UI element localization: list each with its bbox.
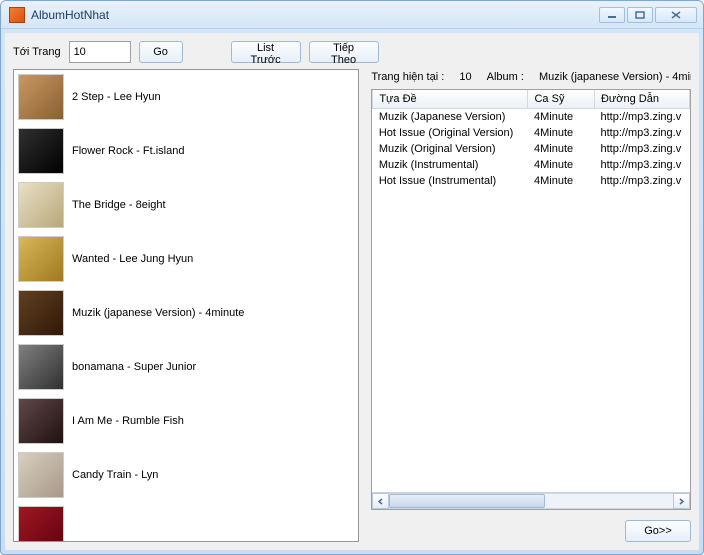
album-thumbnail xyxy=(18,398,64,444)
album-item[interactable]: bonamana - Super Junior xyxy=(14,340,358,394)
scroll-thumb[interactable] xyxy=(389,494,545,508)
page-input[interactable] xyxy=(69,41,131,63)
album-title: 2 Step - Lee Hyun xyxy=(72,91,161,103)
current-page-label: Trang hiện tại : xyxy=(371,71,444,83)
album-item[interactable]: I Am Me - Rumble Fish xyxy=(14,394,358,448)
maximize-icon xyxy=(635,11,645,19)
cell-artist: 4Minute xyxy=(528,173,595,189)
cell-artist: 4Minute xyxy=(528,109,595,126)
album-title: bonamana - Super Junior xyxy=(72,361,196,373)
album-item[interactable]: Candy Train - Lyn xyxy=(14,448,358,502)
scroll-right-button[interactable] xyxy=(673,493,690,509)
scroll-track[interactable] xyxy=(389,493,673,509)
titlebar: AlbumHotNhat xyxy=(1,1,703,29)
app-icon xyxy=(9,7,25,23)
album-item[interactable]: Wanted - Lee Jung Hyun xyxy=(14,232,358,286)
album-thumbnail xyxy=(18,452,64,498)
album-label: Album : xyxy=(487,71,524,83)
minimize-icon xyxy=(607,11,617,19)
cell-title: Muzik (Instrumental) xyxy=(373,157,528,173)
track-table-container: Tựa Đề Ca Sỹ Đường Dẫn Muzik (Japanese V… xyxy=(371,89,691,510)
album-thumbnail xyxy=(18,290,64,336)
album-thumbnail xyxy=(18,182,64,228)
table-row[interactable]: Hot Issue (Original Version)4Minutehttp:… xyxy=(373,125,690,141)
track-scroll[interactable]: Tựa Đề Ca Sỹ Đường Dẫn Muzik (Japanese V… xyxy=(372,90,690,492)
cell-title: Hot Issue (Original Version) xyxy=(373,125,528,141)
table-row[interactable]: Muzik (Instrumental)4Minutehttp://mp3.zi… xyxy=(373,157,690,173)
cell-title: Muzik (Original Version) xyxy=(373,141,528,157)
cell-url: http://mp3.zing.v xyxy=(594,157,689,173)
main-area: 2 Step - Lee Hyun Flower Rock - Ft.island… xyxy=(13,69,691,542)
col-title[interactable]: Tựa Đề xyxy=(373,90,528,109)
window-buttons xyxy=(599,7,697,23)
cell-artist: 4Minute xyxy=(528,125,595,141)
current-page-value: 10 xyxy=(459,71,471,83)
scroll-left-button[interactable] xyxy=(372,493,389,509)
album-item[interactable] xyxy=(14,502,358,542)
cell-url: http://mp3.zing.v xyxy=(594,173,689,189)
cell-title: Hot Issue (Instrumental) xyxy=(373,173,528,189)
window-title: AlbumHotNhat xyxy=(31,8,599,22)
chevron-right-icon xyxy=(678,498,685,505)
table-row[interactable]: Muzik (Original Version)4Minutehttp://mp… xyxy=(373,141,690,157)
page-label: Tới Trang xyxy=(13,46,61,58)
minimize-button[interactable] xyxy=(599,7,625,23)
table-row[interactable]: Hot Issue (Instrumental)4Minutehttp://mp… xyxy=(373,173,690,189)
album-thumbnail xyxy=(18,128,64,174)
info-line: Trang hiện tại : 10 Album : Muzik (japan… xyxy=(371,69,691,85)
cell-artist: 4Minute xyxy=(528,141,595,157)
album-title: The Bridge - 8eight xyxy=(72,199,166,211)
album-title: I Am Me - Rumble Fish xyxy=(72,415,184,427)
album-title: Flower Rock - Ft.island xyxy=(72,145,184,157)
app-window: AlbumHotNhat Tới Trang Go List Trước Tiế… xyxy=(0,0,704,555)
album-item[interactable]: Muzik (japanese Version) - 4minute xyxy=(14,286,358,340)
prev-list-button[interactable]: List Trước xyxy=(231,41,301,63)
album-item[interactable]: The Bridge - 8eight xyxy=(14,178,358,232)
cell-url: http://mp3.zing.v xyxy=(594,109,689,126)
album-title: Muzik (japanese Version) - 4minute xyxy=(72,307,244,319)
album-list[interactable]: 2 Step - Lee Hyun Flower Rock - Ft.island… xyxy=(13,69,359,542)
go-next-row: Go>> xyxy=(371,514,691,542)
album-title: Wanted - Lee Jung Hyun xyxy=(72,253,193,265)
col-url[interactable]: Đường Dẫn xyxy=(594,90,689,109)
close-button[interactable] xyxy=(655,7,697,23)
album-thumbnail xyxy=(18,344,64,390)
cell-artist: 4Minute xyxy=(528,157,595,173)
col-artist[interactable]: Ca Sỹ xyxy=(528,90,595,109)
maximize-button[interactable] xyxy=(627,7,653,23)
table-row[interactable]: Muzik (Japanese Version)4Minutehttp://mp… xyxy=(373,109,690,126)
next-button[interactable]: Tiếp Theo xyxy=(309,41,379,63)
toolbar: Tới Trang Go List Trước Tiếp Theo xyxy=(13,41,691,63)
album-thumbnail xyxy=(18,506,64,542)
track-table: Tựa Đề Ca Sỹ Đường Dẫn Muzik (Japanese V… xyxy=(372,90,690,189)
close-icon xyxy=(671,11,681,19)
album-item[interactable]: Flower Rock - Ft.island xyxy=(14,124,358,178)
cell-url: http://mp3.zing.v xyxy=(594,125,689,141)
album-list-container: 2 Step - Lee Hyun Flower Rock - Ft.island… xyxy=(13,69,359,542)
album-thumbnail xyxy=(18,74,64,120)
cell-title: Muzik (Japanese Version) xyxy=(373,109,528,126)
cell-url: http://mp3.zing.v xyxy=(594,141,689,157)
chevron-left-icon xyxy=(377,498,384,505)
right-pane: Trang hiện tại : 10 Album : Muzik (japan… xyxy=(371,69,691,542)
album-title: Candy Train - Lyn xyxy=(72,469,158,481)
horizontal-scrollbar[interactable] xyxy=(372,492,690,509)
album-value: Muzik (japanese Version) - 4min xyxy=(539,71,691,83)
album-item[interactable]: 2 Step - Lee Hyun xyxy=(14,70,358,124)
go-next-button[interactable]: Go>> xyxy=(625,520,691,542)
client-area: Tới Trang Go List Trước Tiếp Theo 2 Step… xyxy=(5,33,699,550)
album-thumbnail xyxy=(18,236,64,282)
go-button[interactable]: Go xyxy=(139,41,183,63)
